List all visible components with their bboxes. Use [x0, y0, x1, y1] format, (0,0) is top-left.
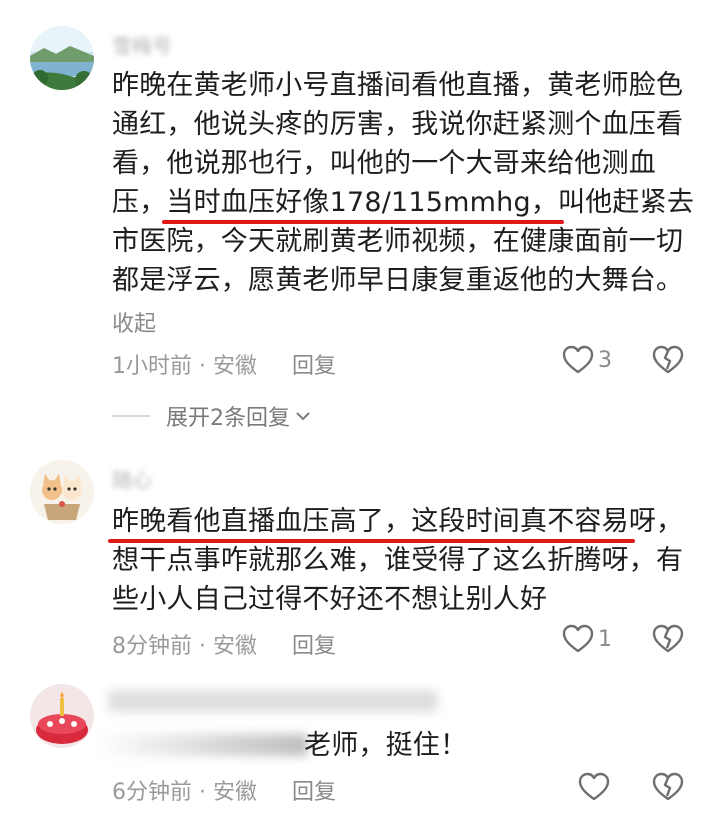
comment-meta: 1小时前 · 安徽 回复 [112, 348, 336, 380]
avatar[interactable] [30, 460, 94, 524]
comment-location: 安徽 [213, 354, 258, 379]
underlined-highlight: 昨晚看他直播血压高了，这段时间真不容易 [112, 506, 629, 537]
meta-separator: · [199, 780, 206, 805]
comment-line: 通红，他说头疼的厉害，我说你赶紧测个血压看 [112, 109, 684, 140]
broken-heart-icon [652, 772, 684, 802]
heart-icon [562, 624, 594, 654]
comment-author-name[interactable]: 随心 [112, 464, 152, 493]
collapse-button[interactable]: 收起 [112, 306, 156, 338]
comment-line: 昨晚看他直播血压高了，这段时间真不容易呀， [112, 502, 692, 541]
like-button[interactable]: 3 [562, 345, 612, 375]
meta-separator: · [199, 634, 206, 659]
broken-heart-icon [652, 345, 684, 375]
comment-line: 压，当时血压好像178/115mmhg，叫他赶紧去 [112, 183, 695, 222]
comment-location: 安徽 [213, 780, 258, 805]
chevron-down-icon [294, 409, 312, 423]
reply-button[interactable]: 回复 [292, 354, 336, 379]
comment-time: 8分钟前 [112, 634, 192, 659]
comment-text-segment: 压， [112, 187, 167, 218]
like-count: 3 [598, 347, 612, 373]
avatar[interactable] [30, 26, 94, 90]
comment-text-segment: 叫他赶紧去 [558, 187, 695, 218]
dislike-button[interactable] [652, 345, 684, 375]
dislike-button[interactable] [652, 772, 684, 802]
comment-line: 市医院，今天就刷黄老师视频，在健康面前一切 [112, 226, 684, 257]
comment-line: 看，他说那也行，叫他的一个大哥来给他测血 [112, 148, 656, 179]
avatar-cats-image [30, 460, 94, 524]
blurred-author-name [108, 690, 438, 712]
avatar[interactable] [30, 684, 94, 748]
reply-button[interactable]: 回复 [292, 634, 336, 659]
comment-line: 些小人自己过得不好还不想让别人好 [112, 584, 548, 615]
like-button[interactable] [578, 772, 610, 802]
broken-heart-icon [652, 624, 684, 654]
comment-text: 昨晚在黄老师小号直播间看他直播，黄老师脸色 通红，他说头疼的厉害，我说你赶紧测个… [112, 66, 695, 300]
comment-author-name[interactable]: 雪梅号 [112, 30, 172, 59]
comment-3: 老师，挺住！ 6分钟前 · 安徽 回复 [0, 680, 719, 814]
comment-2: 随心 昨晚看他直播血压高了，这段时间真不容易呀， 想干点事咋就那么难，谁受得了这… [0, 440, 719, 680]
avatar-cake-image [30, 684, 94, 748]
comment-time: 1小时前 [112, 354, 192, 379]
comment-location: 安徽 [213, 634, 258, 659]
comment-text-segment: 呀， [628, 506, 684, 537]
comment-meta: 6分钟前 · 安徽 回复 [112, 774, 336, 806]
comment-text: 老师，挺住！ [304, 726, 604, 765]
like-count: 1 [598, 626, 612, 652]
avatar-landscape-image [30, 26, 94, 90]
divider-line [112, 415, 150, 417]
comment-line: 昨晚在黄老师小号直播间看他直播，黄老师脸色 [112, 70, 684, 101]
dislike-button[interactable] [652, 624, 684, 654]
comment-line: 想干点事咋就那么难，谁受得了这么折腾呀，有 [112, 545, 684, 576]
comment-line: 都是浮云，愿黄老师早日康复重返他的大舞台。 [112, 265, 684, 296]
expand-replies-label: 展开2条回复 [166, 406, 290, 431]
meta-separator: · [199, 354, 206, 379]
comment-line: 老师，挺住！ [304, 730, 468, 761]
like-button[interactable]: 1 [562, 624, 612, 654]
comment-text: 昨晚看他直播血压高了，这段时间真不容易呀， 想干点事咋就那么难，谁受得了这么折腾… [112, 502, 692, 619]
comment-meta: 8分钟前 · 安徽 回复 [112, 628, 336, 660]
comment-1: 雪梅号 昨晚在黄老师小号直播间看他直播，黄老师脸色 通红，他说头疼的厉害，我说你… [0, 0, 719, 440]
blurred-mention [96, 734, 308, 756]
expand-replies-button[interactable]: 展开2条回复 [112, 400, 312, 432]
reply-button[interactable]: 回复 [292, 780, 336, 805]
underlined-highlight: 当时血压好像178/115mmhg， [166, 187, 559, 218]
comment-time: 6分钟前 [112, 780, 192, 805]
heart-icon [562, 345, 594, 375]
heart-icon [578, 772, 610, 802]
